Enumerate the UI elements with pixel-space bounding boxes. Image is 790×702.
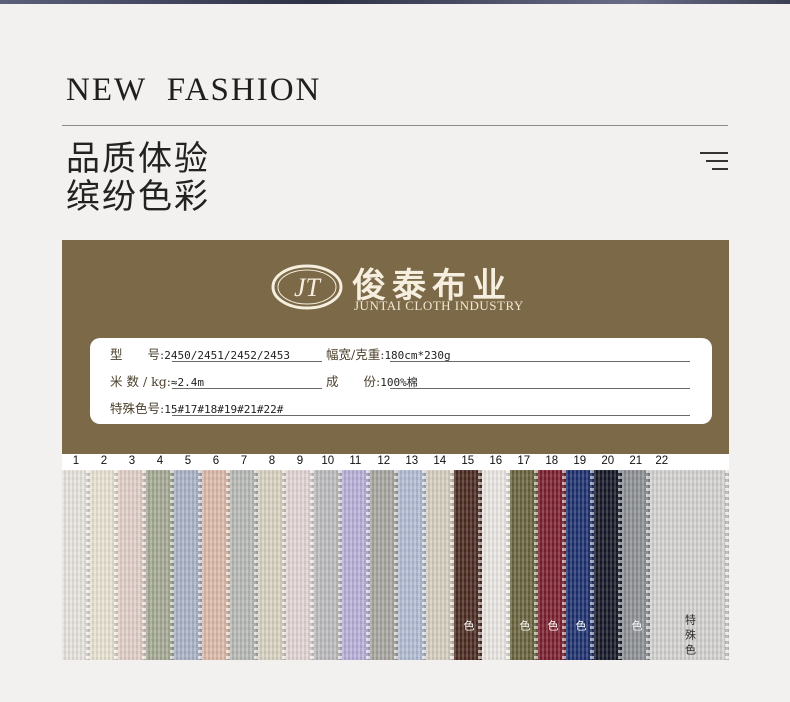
spec-model-label: 型 号:: [110, 347, 165, 362]
fabric-swatch-9: [286, 470, 315, 660]
brand-logo: JT: [271, 264, 343, 310]
swatch-number: 13: [405, 455, 419, 467]
fabric-swatch-22: 特殊色: [650, 470, 729, 660]
spec-row-model: 型 号:2450/2451/2452/2453: [110, 344, 290, 362]
spec-row-meter: 米 数 / kg:≈2.4m: [110, 371, 204, 389]
fabric-swatch-18: 特殊色: [538, 470, 567, 660]
fabric-swatch-7: [230, 470, 259, 660]
spec-underline: [390, 388, 690, 389]
swatch-number: 19: [573, 455, 587, 467]
swatch-number: 16: [489, 455, 503, 467]
swatch-number: 20: [601, 455, 615, 467]
special-color-label: 特殊色: [518, 620, 539, 650]
fabric-swatch-21: 特殊色: [622, 470, 651, 660]
fabric-swatch-2: [90, 470, 119, 660]
swatch-number-row: 1 2 3 4 5 6 7 8 9 10 11 12 13 14 15 16 17 18 19 20 21 22: [62, 454, 729, 470]
fabric-swatch-16: [482, 470, 511, 660]
special-color-label: 特殊色: [683, 614, 697, 659]
swatch-number: 2: [100, 455, 108, 467]
spec-underline: [172, 415, 690, 416]
fabric-swatch-8: [258, 470, 287, 660]
menu-icon-bar: [700, 152, 728, 154]
spec-width-weight-label: 幅宽/克重:: [326, 347, 385, 362]
menu-icon-bar: [706, 160, 728, 162]
page-title: NEW FASHION: [66, 72, 322, 108]
fabric-swatch-10: [314, 470, 343, 660]
fabric-swatch-4: [146, 470, 175, 660]
fabric-swatch-1: [62, 470, 91, 660]
fabric-swatch-19: 特殊色: [566, 470, 595, 660]
swatch-strip: 特殊色特殊色特殊色特殊色特殊色特殊色: [62, 470, 729, 660]
spec-row-special: 特殊色号:15#17#18#19#21#22#: [110, 398, 283, 416]
fabric-swatch-15: 特殊色: [454, 470, 483, 660]
special-color-label: 特殊色: [546, 620, 567, 650]
swatch-number: 7: [240, 455, 248, 467]
fabric-swatch-5: [174, 470, 203, 660]
spec-underline: [172, 388, 322, 389]
fabric-swatch-13: [398, 470, 427, 660]
fabric-swatch-12: [370, 470, 399, 660]
spec-special-label: 特殊色号:: [110, 401, 165, 416]
swatch-number: 12: [377, 455, 391, 467]
spec-composition-label: 成 份:: [326, 374, 381, 389]
title-divider: [62, 125, 728, 126]
subtitle-line-1: 品质体验: [66, 139, 210, 179]
fabric-sample-card: JT 俊泰布业 JUNTAI CLOTH INDUSTRY 型 号:2450/2…: [62, 240, 729, 660]
spec-meter-label: 米 数 / kg:: [110, 374, 171, 389]
swatch-number: 22: [655, 455, 669, 467]
swatch-number: 5: [184, 455, 192, 467]
swatch-number: 18: [545, 455, 559, 467]
spec-underline: [390, 361, 690, 362]
brand-name-en: JUNTAI CLOTH INDUSTRY: [354, 298, 524, 313]
brand-logo-letters: JT: [294, 273, 322, 302]
swatch-pinked-edge: [724, 470, 729, 660]
swatch-number: 6: [212, 455, 220, 467]
spec-panel: 型 号:2450/2451/2452/2453 幅宽/克重:180cm*230g…: [90, 338, 712, 424]
swatch-number: 10: [321, 455, 335, 467]
spec-underline: [172, 361, 322, 362]
subtitle-block: 品质体验 缤纷色彩: [66, 140, 210, 216]
menu-icon-bar: [712, 168, 728, 170]
swatch-number: 1: [72, 455, 80, 467]
swatch-number: 3: [128, 455, 136, 467]
special-color-label: 特殊色: [630, 620, 651, 650]
fabric-swatch-6: [202, 470, 231, 660]
menu-icon[interactable]: [700, 152, 728, 172]
swatch-number: 9: [296, 455, 304, 467]
fabric-swatch-20: [594, 470, 623, 660]
spec-row-width-weight: 幅宽/克重:180cm*230g: [326, 344, 451, 362]
swatch-number: 4: [156, 455, 164, 467]
special-color-label: 特殊色: [462, 620, 483, 650]
swatch-number: 17: [517, 455, 531, 467]
fabric-swatch-17: 特殊色: [510, 470, 539, 660]
subtitle-line-2: 缤纷色彩: [66, 177, 210, 217]
fabric-swatch-14: [426, 470, 455, 660]
swatch-number: 11: [349, 455, 362, 467]
swatch-number: 8: [268, 455, 276, 467]
swatch-number: 21: [629, 455, 643, 467]
top-banner-strip: [0, 0, 790, 4]
special-color-label: 特殊色: [574, 620, 595, 650]
spec-row-composition: 成 份:100%棉: [326, 371, 418, 389]
swatch-number: 14: [433, 455, 447, 467]
fabric-swatch-3: [118, 470, 147, 660]
swatch-number: 15: [461, 455, 475, 467]
fabric-swatch-11: [342, 470, 371, 660]
